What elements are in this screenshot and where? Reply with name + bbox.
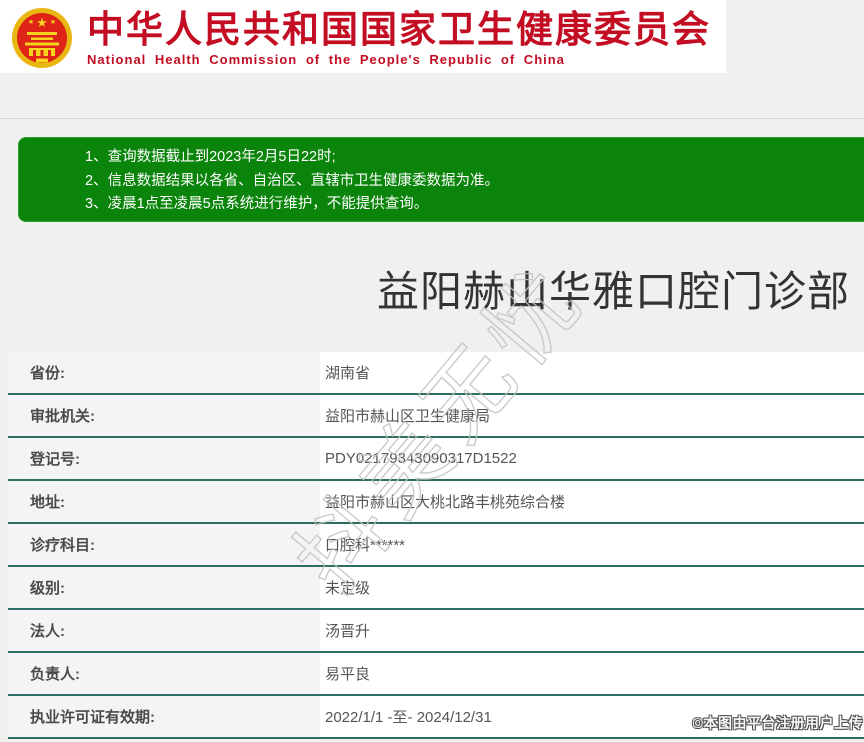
table-row-address: 地址: 益阳市赫山区大桃北路丰桃苑综合楼: [8, 481, 864, 524]
query-notice-box: 1、查询数据截止到2023年2月5日22时; 2、信息数据结果以各省、自治区、直…: [18, 137, 864, 222]
field-label: 地址:: [8, 481, 320, 522]
field-value: 未定级: [320, 567, 864, 608]
field-label: 诊疗科目:: [8, 524, 320, 565]
table-row-registration-number: 登记号: PDY02179343090317D1522: [8, 438, 864, 481]
field-label: 负责人:: [8, 653, 320, 694]
field-value: 易平良: [320, 653, 864, 694]
field-value: 益阳市赫山区卫生健康局: [320, 395, 864, 436]
table-row-person-in-charge: 负责人: 易平良: [8, 653, 864, 696]
national-emblem-icon: ★ ★ ★: [12, 8, 72, 68]
header-titles: 中华人民共和国国家卫生健康委员会 National Health Commiss…: [87, 7, 711, 67]
field-value: 汤晋升: [320, 610, 864, 651]
table-row-approval-authority: 审批机关: 益阳市赫山区卫生健康局: [8, 395, 864, 438]
site-title-chinese: 中华人民共和国国家卫生健康委员会: [87, 8, 711, 50]
svg-text:★: ★: [28, 18, 34, 26]
notice-line-3: 3、凌晨1点至凌晨5点系统进行维护，不能提供查询。: [85, 196, 429, 212]
field-value: 湖南省: [320, 352, 864, 393]
notice-line-2: 2、信息数据结果以各省、自治区、直辖市卫生健康委数据为准。: [85, 172, 500, 189]
field-value: PDY02179343090317D1522: [320, 438, 864, 479]
field-value: 口腔科******: [320, 524, 864, 565]
table-row-legal-person: 法人: 汤晋升: [8, 610, 864, 653]
table-row-level: 级别: 未定级: [8, 567, 864, 610]
field-label: 执业许可证有效期:: [8, 696, 320, 737]
field-label: 级别:: [8, 567, 320, 608]
field-label: 法人:: [8, 610, 320, 651]
clinic-name-title: 益阳赫山华雅口腔门诊部: [376, 268, 850, 315]
header-divider: [0, 118, 864, 119]
table-row-treatment-subjects: 诊疗科目: 口腔科******: [8, 524, 864, 567]
uploader-watermark-text: ©本图由平台注册用户上传: [692, 715, 863, 731]
svg-text:★: ★: [36, 15, 48, 30]
svg-text:★: ★: [50, 18, 56, 26]
field-label: 登记号:: [8, 438, 320, 479]
site-title-english: National Health Commission of the People…: [87, 51, 565, 67]
field-label: 省份:: [8, 352, 320, 393]
clinic-info-table: 省份: 湖南省 审批机关: 益阳市赫山区卫生健康局 登记号: PDY021793…: [8, 352, 864, 739]
header-band: ★ ★ ★ 中华人民共和国国家卫生健康委员会 National Health C…: [0, 0, 726, 73]
table-row-province: 省份: 湖南省: [8, 352, 864, 395]
notice-line-1: 1、查询数据截止到2023年2月5日22时;: [85, 149, 336, 165]
field-value: 益阳市赫山区大桃北路丰桃苑综合楼: [320, 481, 864, 522]
field-label: 审批机关:: [8, 395, 320, 436]
